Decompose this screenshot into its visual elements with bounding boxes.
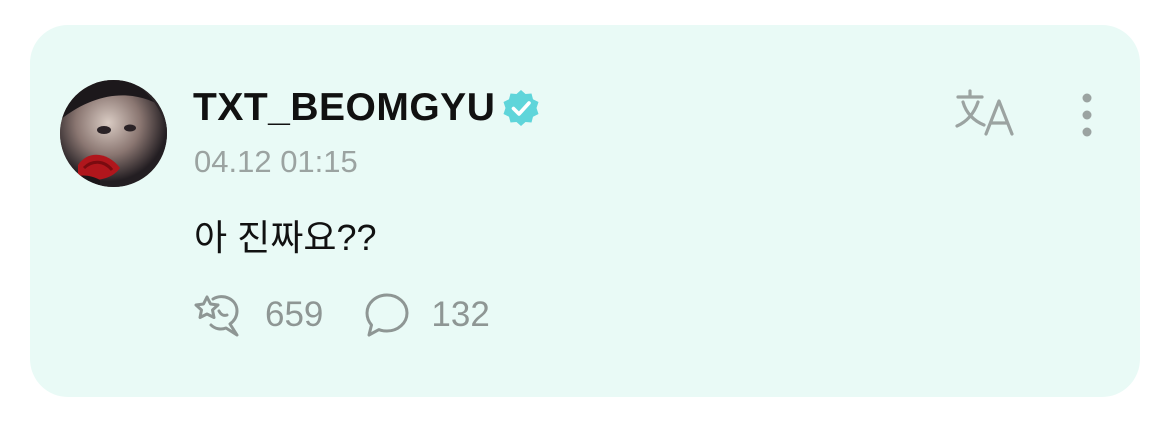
comment-count: 132 — [431, 295, 490, 334]
translate-button[interactable] — [952, 87, 1022, 141]
like-button[interactable]: 659 — [193, 291, 323, 339]
avatar[interactable] — [60, 80, 167, 187]
post-timestamp: 04.12 01:15 — [194, 144, 358, 179]
like-count: 659 — [265, 295, 324, 334]
avatar-image — [60, 80, 167, 187]
post-card[interactable]: TXT_BEOMGYU 04.12 01:15 아 진짜요?? 659 132 — [30, 25, 1140, 397]
author-name[interactable]: TXT_BEOMGYU — [193, 86, 495, 130]
more-options-button[interactable] — [1070, 89, 1104, 145]
translate-icon — [955, 89, 1014, 136]
more-vertical-icon — [1082, 93, 1092, 137]
post-message: 아 진짜요?? — [194, 217, 377, 258]
verified-badge-icon — [503, 90, 539, 126]
reaction-icon — [194, 295, 239, 337]
comment-button[interactable]: 132 — [363, 291, 490, 339]
post-actions: 659 132 — [193, 289, 490, 341]
comment-bubble-icon — [365, 293, 409, 337]
author-row: TXT_BEOMGYU — [193, 85, 541, 131]
